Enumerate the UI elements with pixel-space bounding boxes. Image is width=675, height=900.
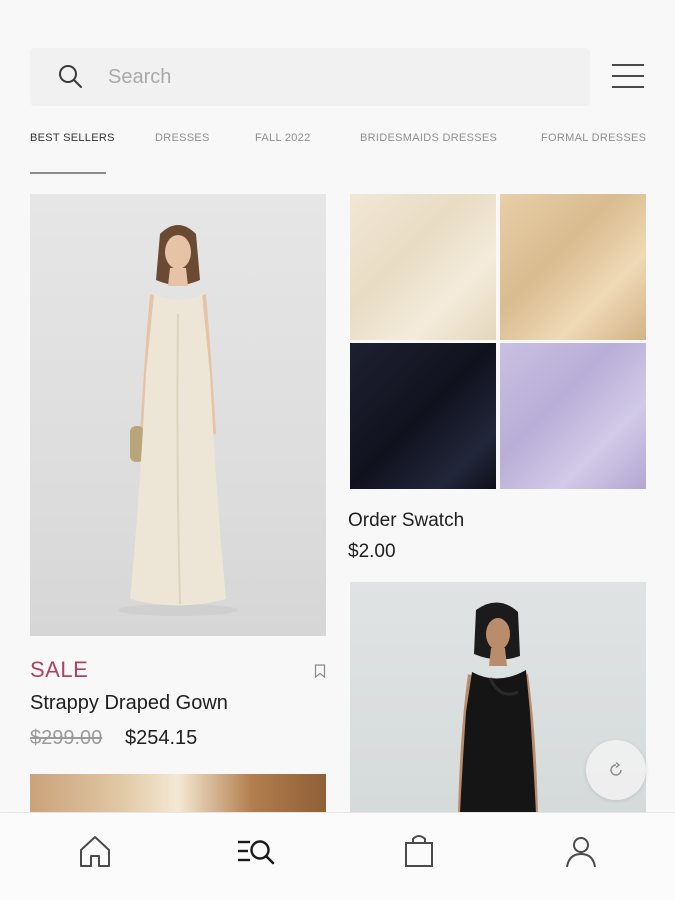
bookmark-icon[interactable] xyxy=(314,664,326,678)
search-input[interactable] xyxy=(108,62,568,92)
sale-price: $254.15 xyxy=(125,727,198,749)
refresh-icon xyxy=(610,761,622,776)
tab-formal-dresses[interactable]: FORMAL DRESSES xyxy=(541,132,646,144)
hamburger-menu-icon[interactable] xyxy=(610,62,646,90)
nav-home[interactable] xyxy=(75,831,115,871)
tab-best-sellers[interactable]: BEST SELLERS xyxy=(30,132,115,144)
tab-fall-2022[interactable]: FALL 2022 xyxy=(255,132,311,144)
search-bar[interactable] xyxy=(30,48,590,106)
nav-bag[interactable] xyxy=(399,831,439,871)
sale-badge: SALE xyxy=(30,657,89,682)
shopping-bag-icon xyxy=(405,835,433,867)
product-image-partial[interactable] xyxy=(30,774,326,814)
account-icon xyxy=(566,837,596,868)
home-icon xyxy=(80,836,110,867)
swatch-price: $2.00 xyxy=(348,541,396,562)
nav-browse[interactable] xyxy=(236,831,276,871)
swatch-ivory[interactable] xyxy=(350,194,496,340)
tab-dresses[interactable]: DRESSES xyxy=(155,132,210,144)
swatch-product-name[interactable]: Order Swatch xyxy=(348,510,464,532)
nav-account[interactable] xyxy=(561,831,601,871)
product-image-strappy-draped-gown[interactable] xyxy=(30,194,326,636)
browse-search-icon xyxy=(238,840,275,865)
bottom-navigation xyxy=(0,812,675,900)
active-tab-indicator xyxy=(30,172,106,174)
swatch-lavender[interactable] xyxy=(500,343,646,489)
search-icon xyxy=(59,65,82,88)
tab-bridesmaids-dresses[interactable]: BRIDESMAIDS DRESSES xyxy=(360,132,497,144)
swatch-navy[interactable] xyxy=(350,343,496,489)
category-tabs: BEST SELLERS DRESSES FALL 2022 BRIDESMAI… xyxy=(30,132,646,178)
refresh-button[interactable] xyxy=(586,740,646,800)
product-name[interactable]: Strappy Draped Gown xyxy=(30,692,228,715)
original-price: $299.00 xyxy=(30,727,103,749)
swatch-champagne[interactable] xyxy=(500,194,646,340)
model-in-gown-illustration xyxy=(118,225,238,616)
